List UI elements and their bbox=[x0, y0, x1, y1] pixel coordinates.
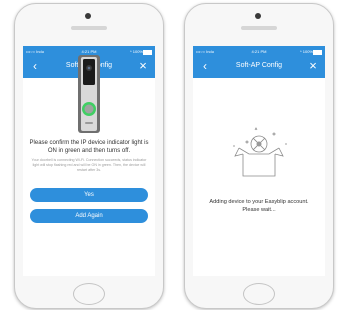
battery-icon bbox=[313, 50, 322, 55]
app-header: •••○○ Indu 4:21 PM * 100% ‹ Soft-AP Conf… bbox=[193, 46, 325, 78]
add-again-button[interactable]: Add Again bbox=[30, 209, 148, 223]
phone-screen: •••○○ Indu 4:21 PM * 100% ‹ Soft-AP Conf… bbox=[23, 46, 155, 276]
page-title: Soft-AP Config bbox=[235, 62, 283, 69]
instruction-text: Please confirm the IP device indicator l… bbox=[29, 140, 149, 154]
front-camera bbox=[255, 13, 261, 19]
earpiece-speaker bbox=[71, 26, 107, 30]
doorbell-device-image bbox=[78, 55, 100, 133]
battery-label: * 100% bbox=[300, 49, 313, 54]
battery-icon bbox=[143, 50, 152, 55]
phone-right: •••○○ Indu 4:21 PM * 100% ‹ Soft-AP Conf… bbox=[184, 3, 334, 309]
battery-label: * 100% bbox=[130, 49, 143, 54]
close-icon[interactable]: × bbox=[307, 58, 319, 74]
adding-message-line1: Adding device to your Easyblip account. bbox=[209, 199, 309, 205]
close-icon[interactable]: × bbox=[137, 58, 149, 74]
status-bar: •••○○ Indu 4:21 PM * 100% bbox=[196, 48, 322, 56]
gift-box-illustration bbox=[233, 127, 287, 177]
yes-button[interactable]: Yes bbox=[30, 188, 148, 202]
front-camera bbox=[85, 13, 91, 19]
home-button[interactable] bbox=[243, 283, 275, 305]
phone-screen: •••○○ Indu 4:21 PM * 100% ‹ Soft-AP Conf… bbox=[193, 46, 325, 276]
home-button[interactable] bbox=[73, 283, 105, 305]
chevron-left-icon[interactable]: ‹ bbox=[200, 59, 210, 73]
nav-bar: ‹ Soft-AP Config × bbox=[193, 58, 325, 76]
adding-device-message: Adding device to your Easyblip account. … bbox=[197, 198, 321, 214]
hint-text: Your doorbell is connecting Wi-Fi. Conne… bbox=[31, 158, 147, 172]
chevron-left-icon[interactable]: ‹ bbox=[30, 59, 40, 73]
adding-message-line2: Please wait... bbox=[242, 207, 276, 213]
earpiece-speaker bbox=[241, 26, 277, 30]
phone-left: •••○○ Indu 4:21 PM * 100% ‹ Soft-AP Conf… bbox=[14, 3, 164, 309]
